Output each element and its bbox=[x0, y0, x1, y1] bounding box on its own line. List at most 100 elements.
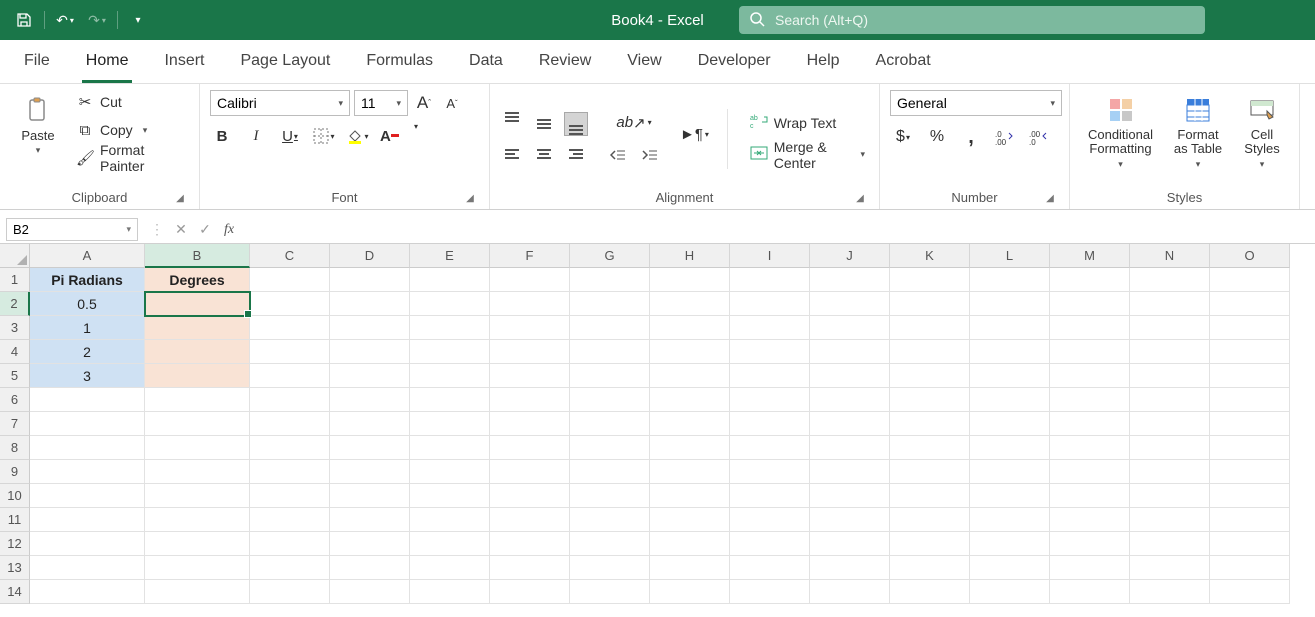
cell-E11[interactable] bbox=[410, 508, 490, 532]
cell-E7[interactable] bbox=[410, 412, 490, 436]
cell-A6[interactable] bbox=[30, 388, 145, 412]
text-direction-button[interactable]: ►¶▾ bbox=[680, 123, 709, 147]
col-header-E[interactable]: E bbox=[410, 244, 490, 268]
cell-D10[interactable] bbox=[330, 484, 410, 508]
percent-format-button[interactable]: % bbox=[926, 126, 948, 148]
cell-L6[interactable] bbox=[970, 388, 1050, 412]
tab-page-layout[interactable]: Page Layout bbox=[236, 42, 334, 83]
cell-J10[interactable] bbox=[810, 484, 890, 508]
cell-E1[interactable] bbox=[410, 268, 490, 292]
row-header-2[interactable]: 2 bbox=[0, 292, 30, 316]
comma-format-button[interactable]: , bbox=[960, 126, 982, 148]
col-header-A[interactable]: A bbox=[30, 244, 145, 268]
cell-G10[interactable] bbox=[570, 484, 650, 508]
cell-F13[interactable] bbox=[490, 556, 570, 580]
tab-review[interactable]: Review bbox=[535, 42, 595, 83]
format-painter-button[interactable]: 🖌Format Painter bbox=[72, 146, 189, 170]
cell-J1[interactable] bbox=[810, 268, 890, 292]
search-box[interactable] bbox=[739, 6, 1205, 34]
tab-file[interactable]: File bbox=[20, 42, 54, 83]
cell-K2[interactable] bbox=[890, 292, 970, 316]
cell-E13[interactable] bbox=[410, 556, 490, 580]
cell-G11[interactable] bbox=[570, 508, 650, 532]
cell-I8[interactable] bbox=[730, 436, 810, 460]
cell-M7[interactable] bbox=[1050, 412, 1130, 436]
cell-A13[interactable] bbox=[30, 556, 145, 580]
cell-K3[interactable] bbox=[890, 316, 970, 340]
cell-O1[interactable] bbox=[1210, 268, 1290, 292]
cell-F10[interactable] bbox=[490, 484, 570, 508]
increase-font-icon[interactable]: Aˆ bbox=[412, 91, 436, 115]
cell-F14[interactable] bbox=[490, 580, 570, 604]
increase-indent-button[interactable] bbox=[638, 143, 662, 167]
align-center-button[interactable] bbox=[532, 142, 556, 166]
cell-J6[interactable] bbox=[810, 388, 890, 412]
cell-O11[interactable] bbox=[1210, 508, 1290, 532]
col-header-G[interactable]: G bbox=[570, 244, 650, 268]
cell-L7[interactable] bbox=[970, 412, 1050, 436]
cell-J3[interactable] bbox=[810, 316, 890, 340]
cell-B8[interactable] bbox=[145, 436, 250, 460]
cell-styles-button[interactable]: Cell Styles▾ bbox=[1235, 90, 1289, 174]
qat-customize-icon[interactable]: ▾ bbox=[124, 6, 152, 34]
row-header-1[interactable]: 1 bbox=[0, 268, 30, 292]
font-color-button[interactable]: A▾ bbox=[380, 124, 404, 148]
tab-help[interactable]: Help bbox=[803, 42, 844, 83]
cell-B12[interactable] bbox=[145, 532, 250, 556]
cell-I12[interactable] bbox=[730, 532, 810, 556]
cell-N2[interactable] bbox=[1130, 292, 1210, 316]
cell-J5[interactable] bbox=[810, 364, 890, 388]
col-header-L[interactable]: L bbox=[970, 244, 1050, 268]
align-top-button[interactable] bbox=[500, 112, 524, 136]
cell-A4[interactable]: 2 bbox=[30, 340, 145, 364]
decrease-font-icon[interactable]: Aˇ bbox=[440, 91, 464, 115]
align-left-button[interactable] bbox=[500, 142, 524, 166]
cell-L12[interactable] bbox=[970, 532, 1050, 556]
dialog-launcher-icon[interactable]: ◢ bbox=[463, 191, 477, 205]
undo-icon[interactable]: ↶▾ bbox=[51, 6, 79, 34]
cell-F2[interactable] bbox=[490, 292, 570, 316]
select-all-corner[interactable] bbox=[0, 244, 30, 268]
cell-I14[interactable] bbox=[730, 580, 810, 604]
tab-insert[interactable]: Insert bbox=[160, 42, 208, 83]
paste-button[interactable]: Paste ▾ bbox=[10, 90, 66, 160]
row-header-11[interactable]: 11 bbox=[0, 508, 30, 532]
cell-H13[interactable] bbox=[650, 556, 730, 580]
cell-N4[interactable] bbox=[1130, 340, 1210, 364]
col-header-F[interactable]: F bbox=[490, 244, 570, 268]
bold-button[interactable]: B bbox=[210, 124, 234, 148]
cell-H6[interactable] bbox=[650, 388, 730, 412]
cancel-icon[interactable]: ✕ bbox=[170, 219, 192, 241]
cell-H10[interactable] bbox=[650, 484, 730, 508]
decrease-decimal-button[interactable]: .00.0 bbox=[1028, 126, 1050, 148]
cell-N8[interactable] bbox=[1130, 436, 1210, 460]
cell-I10[interactable] bbox=[730, 484, 810, 508]
cell-N10[interactable] bbox=[1130, 484, 1210, 508]
cell-K10[interactable] bbox=[890, 484, 970, 508]
cell-J12[interactable] bbox=[810, 532, 890, 556]
cell-D3[interactable] bbox=[330, 316, 410, 340]
cell-N7[interactable] bbox=[1130, 412, 1210, 436]
cell-C5[interactable] bbox=[250, 364, 330, 388]
cell-L1[interactable] bbox=[970, 268, 1050, 292]
cell-H3[interactable] bbox=[650, 316, 730, 340]
cell-J2[interactable] bbox=[810, 292, 890, 316]
cell-N11[interactable] bbox=[1130, 508, 1210, 532]
tab-formulas[interactable]: Formulas bbox=[362, 42, 437, 83]
col-header-M[interactable]: M bbox=[1050, 244, 1130, 268]
cell-O6[interactable] bbox=[1210, 388, 1290, 412]
merge-center-button[interactable]: Merge & Center▾ bbox=[746, 143, 869, 167]
cell-L2[interactable] bbox=[970, 292, 1050, 316]
cell-H8[interactable] bbox=[650, 436, 730, 460]
formula-input[interactable] bbox=[248, 216, 1315, 243]
col-header-D[interactable]: D bbox=[330, 244, 410, 268]
cell-E10[interactable] bbox=[410, 484, 490, 508]
tab-developer[interactable]: Developer bbox=[694, 42, 775, 83]
cell-K11[interactable] bbox=[890, 508, 970, 532]
align-middle-button[interactable] bbox=[532, 112, 556, 136]
row-header-7[interactable]: 7 bbox=[0, 412, 30, 436]
cell-A14[interactable] bbox=[30, 580, 145, 604]
cell-E8[interactable] bbox=[410, 436, 490, 460]
underline-button[interactable]: U▾ bbox=[278, 124, 302, 148]
cell-N3[interactable] bbox=[1130, 316, 1210, 340]
